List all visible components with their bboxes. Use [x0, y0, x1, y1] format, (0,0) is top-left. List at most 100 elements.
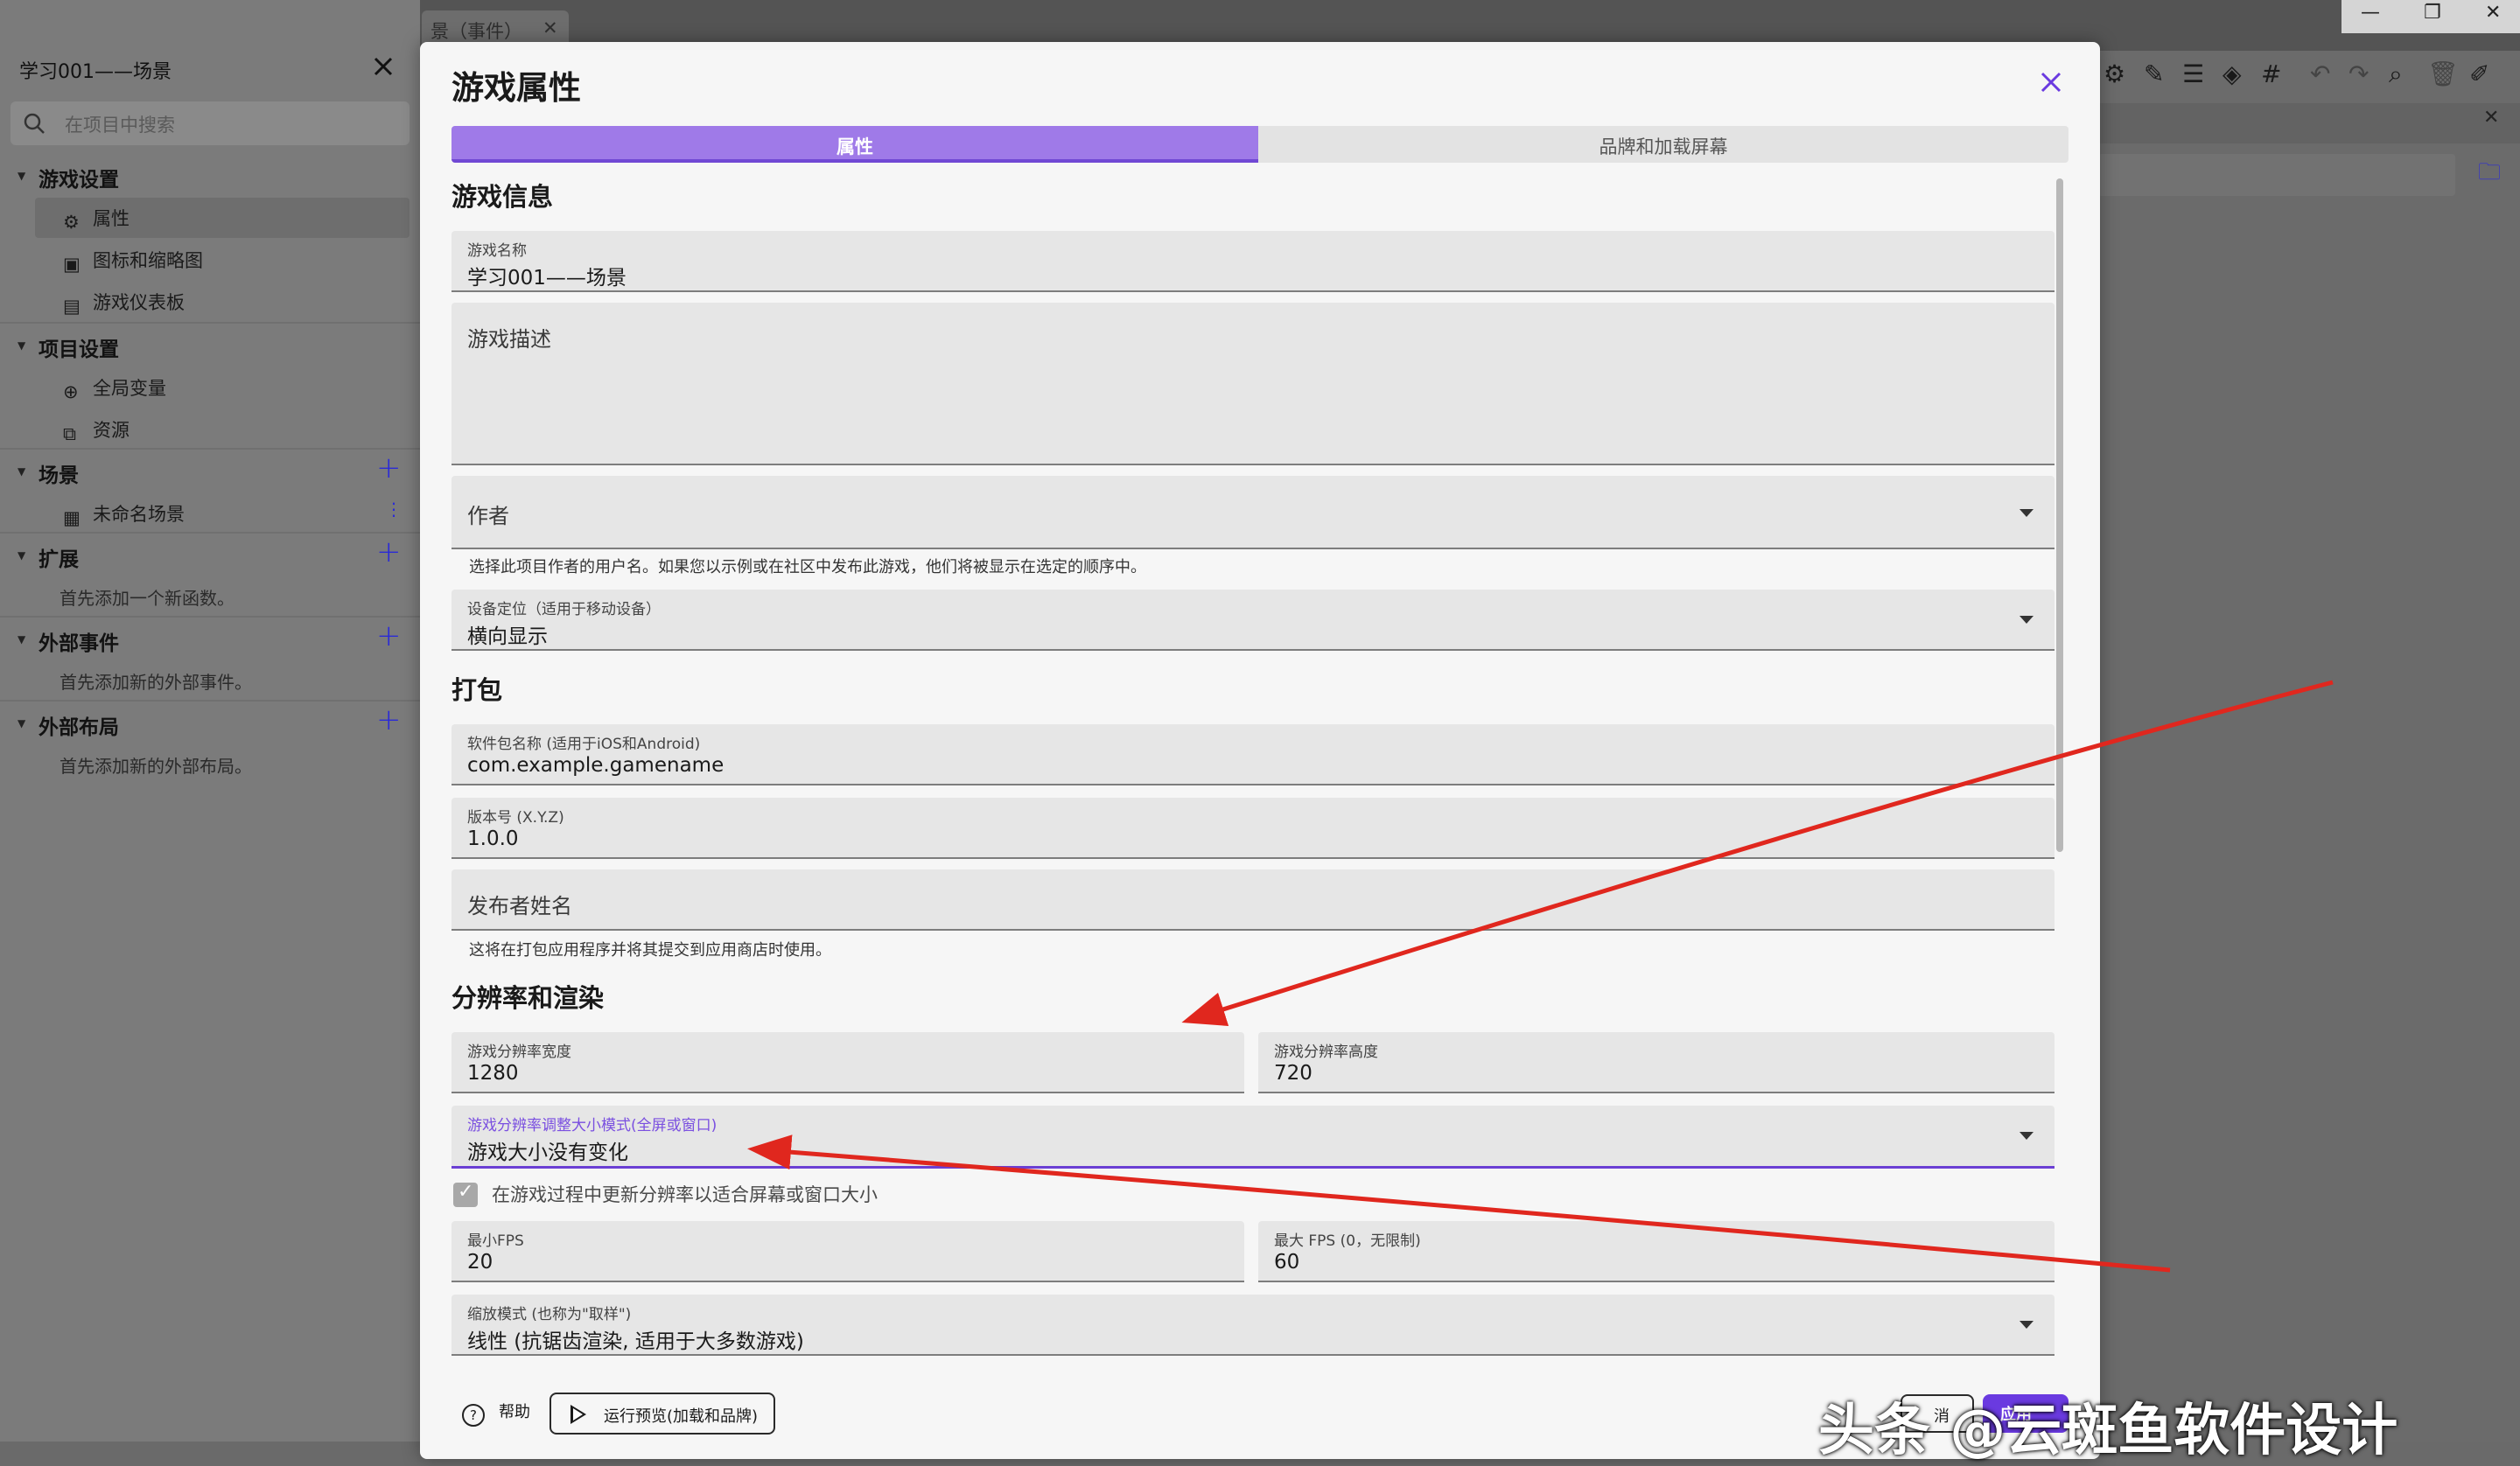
- restore-icon[interactable]: ❐: [2424, 2, 2441, 24]
- section-packaging: 打包: [452, 675, 503, 705]
- add-scene-icon[interactable]: +: [376, 453, 402, 483]
- preview-label: 运行预览(加载和品牌): [604, 1407, 759, 1426]
- field-placeholder: 游戏描述: [467, 327, 551, 352]
- package-name-field[interactable]: 软件包名称 (适用于iOS和Android) com.example.gamen…: [452, 724, 2054, 785]
- add-external-layout-icon[interactable]: +: [376, 705, 402, 735]
- scale-mode-select[interactable]: 缩放模式 (也称为"取样") 线性 (抗锯齿渲染, 适用于大多数游戏): [452, 1295, 2054, 1356]
- redo-icon[interactable]: ↷: [2348, 59, 2369, 88]
- resources-icon: ⧉: [63, 423, 76, 444]
- collapse-icon[interactable]: ▼: [18, 633, 25, 646]
- game-properties-dialog: 游戏属性 属性 品牌和加载屏幕 游戏信息 游戏名称 学习001——场景 游戏描述…: [420, 42, 2100, 1459]
- dashboard-icon: ▤: [63, 296, 80, 317]
- editor-secondary-bar: [2098, 103, 2520, 143]
- close-icon[interactable]: ✕: [542, 17, 558, 38]
- game-name-field[interactable]: 游戏名称 学习001——场景: [452, 231, 2054, 292]
- field-value: 横向显示: [467, 625, 548, 648]
- section-game-info: 游戏信息: [452, 182, 554, 212]
- more-options-icon[interactable]: ⋮: [385, 499, 402, 520]
- field-value: 720: [1274, 1062, 1312, 1085]
- sidebar-item-properties[interactable]: ⚙ 属性: [63, 205, 130, 233]
- sidebar-item-global-variables[interactable]: ⊕ 全局变量: [63, 374, 166, 402]
- collapse-icon[interactable]: ▼: [18, 549, 25, 562]
- resize-mode-select[interactable]: 游戏分辨率调整大小模式(全屏或窗口) 游戏大小没有变化: [452, 1106, 2054, 1169]
- chevron-down-icon: [2020, 616, 2034, 624]
- chevron-down-icon: [2020, 509, 2034, 517]
- settings-icon[interactable]: ✐: [2469, 59, 2489, 88]
- close-icon[interactable]: ✕: [2483, 107, 2499, 129]
- adapt-resolution-label: 在游戏过程中更新分辨率以适合屏幕或窗口大小: [492, 1184, 878, 1205]
- close-icon[interactable]: [2035, 66, 2067, 98]
- minimize-icon[interactable]: —: [2361, 2, 2380, 24]
- section-resolution: 分辨率和渲染: [452, 983, 605, 1013]
- editor-tab-label: 景（事件）: [430, 21, 522, 42]
- field-value: 60: [1274, 1251, 1300, 1274]
- section-game-settings[interactable]: 游戏设置: [38, 163, 119, 192]
- layers-icon[interactable]: ◈: [2222, 59, 2242, 88]
- watermark: 头条 @云斑鱼软件设计: [1818, 1399, 2398, 1463]
- search-placeholder: 在项目中搜索: [65, 115, 175, 136]
- field-placeholder: 作者: [467, 504, 509, 528]
- section-scenes[interactable]: 场景: [38, 458, 79, 488]
- add-external-events-icon[interactable]: +: [376, 621, 402, 651]
- field-label: 最小FPS: [467, 1232, 524, 1250]
- orientation-select[interactable]: 设备定位（适用于移动设备） 横向显示: [452, 590, 2054, 651]
- grid-icon[interactable]: #: [2261, 59, 2281, 88]
- sidebar-item-scene[interactable]: ▦ 未命名场景: [63, 500, 185, 528]
- edit-icon[interactable]: ✎: [2144, 59, 2164, 88]
- collapse-icon[interactable]: ▼: [18, 717, 25, 730]
- resolution-width-field[interactable]: 游戏分辨率宽度 1280: [452, 1032, 1244, 1093]
- folder-icon[interactable]: 🗀: [2478, 156, 2501, 194]
- adapt-resolution-checkbox[interactable]: ✓: [453, 1181, 478, 1207]
- author-select[interactable]: 作者: [452, 476, 2054, 549]
- play-icon: [570, 1405, 586, 1424]
- close-icon[interactable]: [371, 54, 396, 79]
- field-label: 最大 FPS (0，无限制): [1274, 1232, 1421, 1250]
- section-external-layouts[interactable]: 外部布局: [38, 710, 119, 740]
- game-description-field[interactable]: 游戏描述: [452, 303, 2054, 465]
- sidebar-item-dashboard[interactable]: ▤ 游戏仪表板: [63, 289, 185, 317]
- objects-icon[interactable]: ⚙: [2104, 59, 2125, 88]
- author-helper-text: 选择此项目作者的用户名。如果您以示例或在社区中发布此游戏，他们将被显示在选定的顺…: [469, 558, 1146, 576]
- section-external-events[interactable]: 外部事件: [38, 626, 119, 656]
- field-label: 游戏分辨率高度: [1274, 1044, 1378, 1061]
- max-fps-field[interactable]: 最大 FPS (0，无限制) 60: [1258, 1221, 2054, 1282]
- help-button[interactable]: ? 帮助: [462, 1400, 530, 1427]
- tab-branding[interactable]: 品牌和加载屏幕: [1258, 126, 2068, 163]
- field-label: 游戏分辨率宽度: [467, 1044, 571, 1061]
- run-preview-button[interactable]: 运行预览(加载和品牌): [550, 1393, 775, 1435]
- section-project-settings[interactable]: 项目设置: [38, 332, 119, 362]
- collapse-icon[interactable]: ▼: [18, 170, 25, 182]
- delete-icon[interactable]: 🗑: [2427, 59, 2459, 88]
- divider: [0, 700, 420, 702]
- divider: [0, 616, 420, 618]
- film-icon: ▦: [63, 507, 80, 528]
- field-value: 游戏大小没有变化: [467, 1141, 628, 1164]
- tab-properties[interactable]: 属性: [452, 126, 1258, 163]
- collapse-icon[interactable]: ▼: [18, 465, 25, 478]
- list-icon[interactable]: ☰: [2182, 59, 2204, 88]
- collapse-icon[interactable]: ▼: [18, 339, 25, 352]
- version-field[interactable]: 版本号 (X.Y.Z) 1.0.0: [452, 798, 2054, 859]
- editor-search-strip: [2098, 154, 2455, 196]
- add-extension-icon[interactable]: +: [376, 537, 402, 567]
- field-value: 学习001——场景: [467, 267, 626, 290]
- sidebar-item-icons[interactable]: ▣ 图标和缩略图: [63, 247, 203, 275]
- image-icon: ▣: [63, 254, 80, 275]
- section-extensions[interactable]: 扩展: [38, 542, 79, 572]
- gear-icon: ⚙: [63, 212, 80, 233]
- zoom-icon[interactable]: ⌕: [2389, 59, 2403, 89]
- field-label: 游戏分辨率调整大小模式(全屏或窗口): [467, 1117, 718, 1134]
- min-fps-field[interactable]: 最小FPS 20: [452, 1221, 1244, 1282]
- scrollbar[interactable]: [2056, 178, 2063, 852]
- close-window-icon[interactable]: ✕: [2485, 2, 2501, 24]
- window-controls: — ❐ ✕: [2342, 0, 2520, 33]
- divider: [0, 532, 420, 534]
- undo-icon[interactable]: ↶: [2310, 59, 2330, 88]
- project-search-input[interactable]: 在项目中搜索: [10, 101, 410, 145]
- help-icon: ?: [462, 1404, 485, 1427]
- sidebar-item-resources[interactable]: ⧉ 资源: [63, 416, 130, 444]
- publisher-field[interactable]: 发布者姓名: [452, 869, 2054, 931]
- field-value: 1280: [467, 1062, 519, 1085]
- resolution-height-field[interactable]: 游戏分辨率高度 720: [1258, 1032, 2054, 1093]
- chevron-down-icon: [2020, 1132, 2034, 1140]
